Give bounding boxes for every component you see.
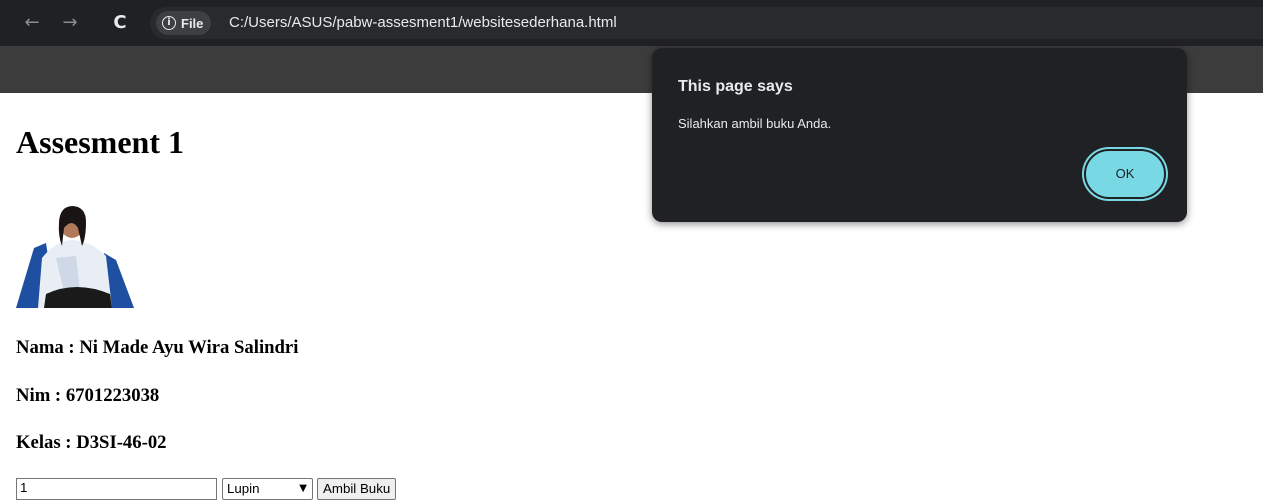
address-bar[interactable]: i File C:/Users/ASUS/pabw-assesment1/web… (150, 7, 1263, 39)
site-chip-label: File (181, 15, 204, 31)
profile-photo (16, 198, 134, 308)
dialog-title: This page says (678, 78, 793, 95)
url-text[interactable]: C:/Users/ASUS/pabw-assesment1/websitesed… (229, 14, 617, 32)
nim-label: Nim : 6701223038 (16, 385, 160, 406)
ambil-buku-button[interactable]: Ambil Buku (317, 478, 397, 500)
forward-arrow-icon[interactable]: → (58, 11, 82, 35)
chevron-down-icon: ▼ (299, 483, 307, 494)
book-select-value: Lupin (227, 481, 260, 496)
ok-button[interactable]: OK (1084, 149, 1166, 199)
quantity-input[interactable]: 1 (16, 478, 217, 500)
site-info-chip[interactable]: i File (156, 11, 212, 35)
alert-dialog: This page says Silahkan ambil buku Anda.… (652, 48, 1187, 222)
browser-toolbar: ← → C i File C:/Users/ASUS/pabw-assesmen… (0, 0, 1263, 46)
reload-icon[interactable]: C (108, 11, 132, 35)
kelas-label: Kelas : D3SI-46-02 (16, 432, 167, 453)
book-select[interactable]: Lupin ▼ (222, 478, 313, 500)
back-arrow-icon[interactable]: ← (20, 11, 44, 35)
dialog-message: Silahkan ambil buku Anda. (678, 116, 832, 131)
nama-label: Nama : Ni Made Ayu Wira Salindri (16, 337, 299, 358)
info-icon: i (162, 16, 176, 30)
page-title: Assesment 1 (16, 124, 184, 160)
person-photo-image (16, 206, 134, 308)
